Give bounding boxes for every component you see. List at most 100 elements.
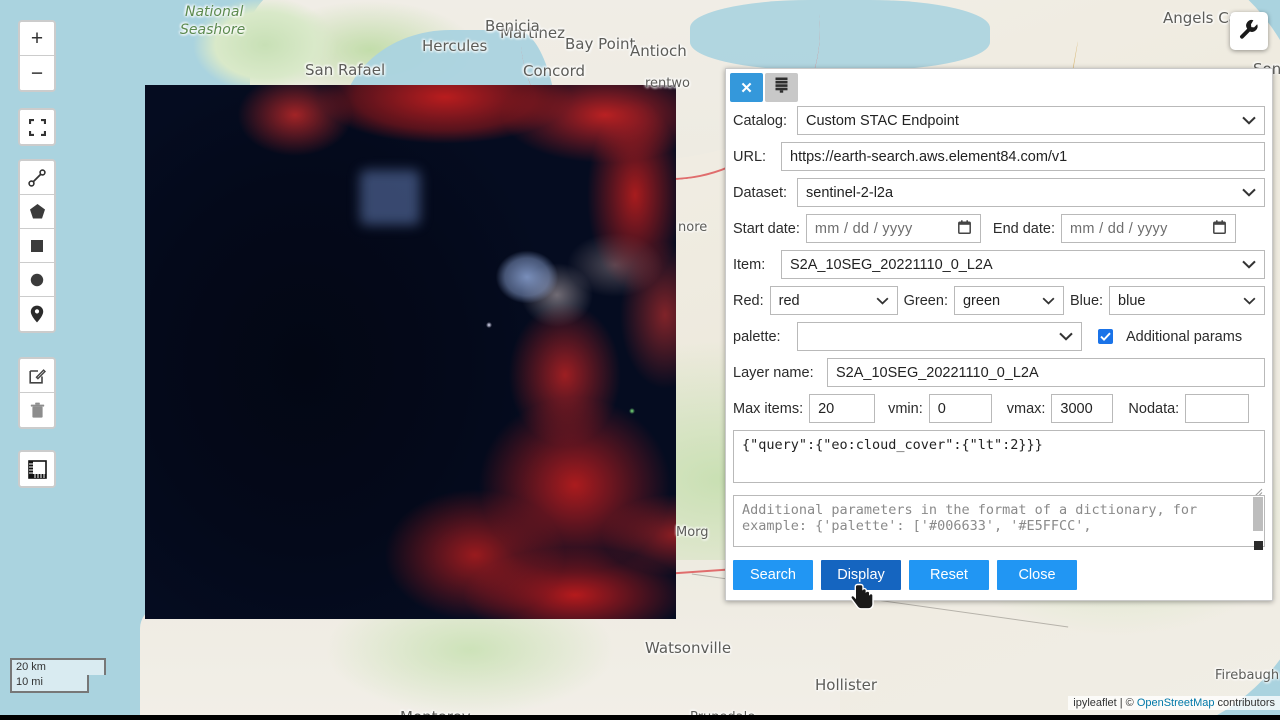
end-date-value: mm / dd / yyyy	[1069, 220, 1168, 237]
max-items-input[interactable]: 20	[809, 394, 876, 423]
additional-params-textarea[interactable]	[733, 495, 1265, 547]
draw-polygon-button[interactable]	[20, 195, 54, 229]
catalog-row: Catalog: Custom STAC Endpoint	[733, 106, 1265, 135]
url-label: URL:	[733, 148, 767, 165]
vmin-value: 0	[937, 400, 946, 417]
inspector-control-group[interactable]	[18, 450, 56, 488]
catalog-label: Catalog:	[733, 112, 788, 129]
catalog-select[interactable]: Custom STAC Endpoint	[797, 106, 1265, 135]
layer-name-label: Layer name:	[733, 364, 814, 381]
calendar-icon[interactable]	[1213, 219, 1226, 238]
polyline-icon	[28, 168, 46, 187]
chevron-down-icon	[1042, 293, 1055, 309]
vmin-label: vmin:	[888, 400, 923, 417]
plus-icon: +	[30, 27, 44, 50]
start-date-input[interactable]: mm / dd / yyyy	[805, 214, 981, 243]
panel-close-button[interactable]: ✕	[730, 73, 763, 102]
green-value: green	[962, 292, 1001, 309]
toolbar-wrench-button[interactable]	[1230, 12, 1268, 50]
chevron-down-icon	[1242, 257, 1256, 273]
end-date-input[interactable]: mm / dd / yyyy	[1060, 214, 1236, 243]
dataset-select[interactable]: sentinel-2-l2a	[797, 178, 1265, 207]
display-button[interactable]: Display	[821, 560, 901, 590]
max-items-label: Max items:	[733, 400, 804, 417]
blue-label: Blue:	[1069, 292, 1104, 309]
openstreetmap-link[interactable]: OpenStreetMap	[1137, 697, 1215, 709]
vmax-input[interactable]: 3000	[1051, 394, 1114, 423]
dataset-value: sentinel-2-l2a	[806, 184, 894, 201]
additional-params-textarea-holder	[733, 495, 1265, 552]
fullscreen-icon	[28, 118, 46, 136]
edit-control-group[interactable]	[18, 357, 56, 429]
close-icon: ✕	[740, 79, 753, 97]
start-date-label: Start date:	[733, 220, 800, 237]
inspector-icon	[27, 459, 47, 479]
url-value: https://earth-search.aws.element84.com/v…	[790, 148, 1068, 165]
calendar-icon[interactable]	[957, 219, 971, 238]
textarea-scrollbar[interactable]	[1253, 497, 1263, 531]
chevron-down-icon	[1242, 185, 1256, 201]
draw-marker-button[interactable]	[20, 297, 54, 331]
nodata-input[interactable]	[1185, 394, 1250, 423]
scale-bar: 20 km 10 mi	[10, 657, 106, 693]
minus-icon: −	[30, 61, 44, 85]
zoom-out-button[interactable]: −	[20, 56, 54, 90]
polygon-icon	[29, 203, 46, 220]
palette-row: palette: Additional params	[733, 322, 1265, 351]
marker-icon	[30, 305, 44, 323]
red-band-select[interactable]: red	[769, 286, 898, 315]
resize-grip-icon	[1254, 484, 1263, 497]
search-button[interactable]: Search	[733, 560, 813, 590]
fullscreen-control-group[interactable]	[18, 108, 56, 146]
numeric-row: Max items: 20 vmin: 0 vmax: 3000 Nodata:	[733, 394, 1265, 423]
delete-layers-button[interactable]	[20, 393, 54, 427]
dataset-row: Dataset: sentinel-2-l2a	[733, 178, 1265, 207]
reset-button[interactable]: Reset	[909, 560, 989, 590]
inspector-button[interactable]	[20, 452, 54, 486]
item-label: Item:	[733, 256, 766, 273]
draw-control-group[interactable]	[18, 159, 56, 333]
checkmark-icon	[1100, 332, 1111, 341]
panel-action-buttons: Search Display Reset Close	[726, 552, 1272, 596]
attribution-prefix: ipyleaflet | ©	[1073, 697, 1137, 709]
start-date-value: mm / dd / yyyy	[814, 220, 913, 237]
scale-mi: 10 mi	[10, 675, 89, 693]
url-input[interactable]: https://earth-search.aws.element84.com/v…	[781, 142, 1265, 171]
rectangle-icon	[29, 238, 45, 254]
chevron-down-icon	[1242, 113, 1256, 129]
layer-name-value: S2A_10SEG_20221110_0_L2A	[836, 364, 1039, 381]
item-row: Item: S2A_10SEG_20221110_0_L2A	[733, 250, 1265, 279]
query-textarea[interactable]: {"query":{"eo:cloud_cover":{"lt":2}}}	[733, 430, 1265, 483]
draw-polyline-button[interactable]	[20, 161, 54, 195]
wrench-icon	[1238, 18, 1260, 45]
blue-band-select[interactable]: blue	[1109, 286, 1265, 315]
panel-stack-toggle-button[interactable]	[765, 73, 798, 102]
draw-circle-button[interactable]	[20, 263, 54, 297]
palette-select[interactable]	[797, 322, 1082, 351]
green-label: Green:	[903, 292, 948, 309]
additional-params-label: Additional params	[1126, 328, 1243, 345]
additional-params-checkbox[interactable]	[1098, 329, 1113, 344]
query-textarea-holder: {"query":{"eo:cloud_cover":{"lt":2}}}	[733, 430, 1265, 497]
green-band-select[interactable]: green	[953, 286, 1064, 315]
draw-rectangle-button[interactable]	[20, 229, 54, 263]
close-button[interactable]: Close	[997, 560, 1077, 590]
satellite-raster-layer	[145, 85, 676, 619]
rgb-row: Red: red Green: green Blue: blue	[733, 286, 1265, 315]
database-stack-icon	[774, 77, 789, 98]
textarea-section: {"query":{"eo:cloud_cover":{"lt":2}}}	[726, 430, 1272, 552]
app-root: National Seashore San Rafael Hercules Martin…	[0, 0, 1280, 720]
end-date-label: End date:	[992, 220, 1055, 237]
fullscreen-button[interactable]	[20, 110, 54, 144]
layer-name-input[interactable]: S2A_10SEG_20221110_0_L2A	[827, 358, 1265, 387]
stac-search-panel: ✕ Catalog: Custom STAC Endpoint URL: htt…	[725, 68, 1273, 601]
vmax-label: vmax:	[1006, 400, 1046, 417]
vmin-input[interactable]: 0	[928, 394, 992, 423]
zoom-in-button[interactable]: +	[20, 22, 54, 56]
red-value: red	[778, 292, 800, 309]
attribution: ipyleaflet | © OpenStreetMap contributor…	[1068, 696, 1280, 710]
item-select[interactable]: S2A_10SEG_20221110_0_L2A	[781, 250, 1265, 279]
zoom-control-group[interactable]: + −	[18, 20, 56, 92]
edit-layers-button[interactable]	[20, 359, 54, 393]
scale-km: 20 km	[10, 657, 106, 676]
